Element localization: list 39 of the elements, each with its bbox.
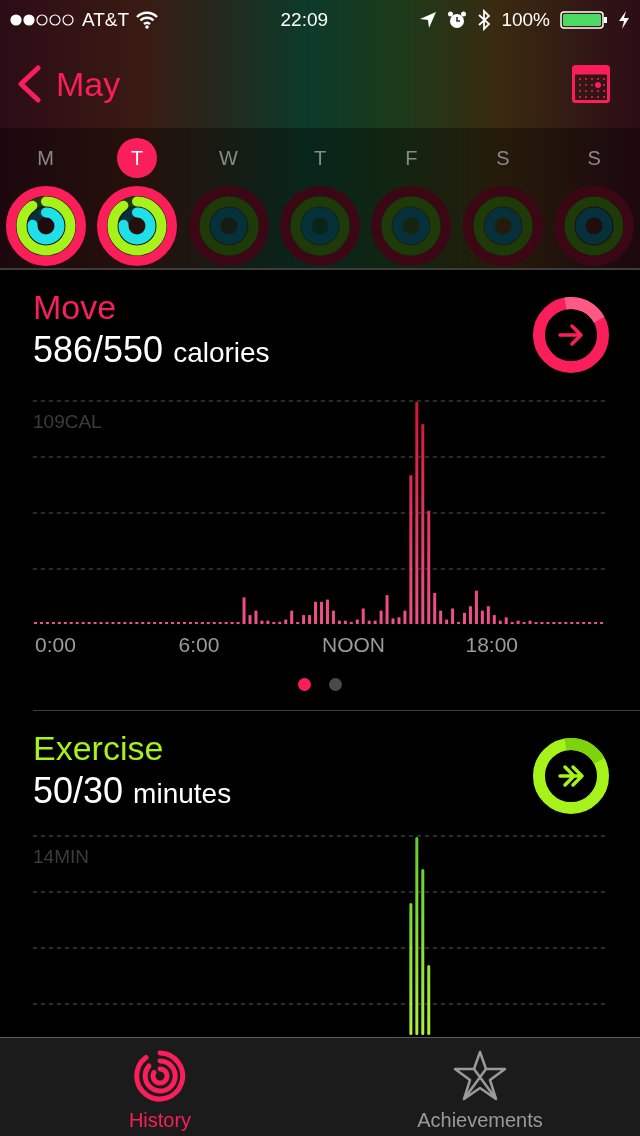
- back-chevron-icon: [16, 65, 42, 103]
- chart-max-label: 14MIN: [33, 847, 89, 866]
- bluetooth-icon: [477, 9, 492, 31]
- axis-label: 6:00: [178, 632, 220, 658]
- section-title: Move: [33, 287, 118, 327]
- tab-item[interactable]: Achievements: [320, 1038, 640, 1136]
- weekday-label[interactable]: S: [574, 138, 615, 178]
- exercise-ring-button[interactable]: [533, 738, 609, 814]
- axis-label: 0:00: [35, 632, 76, 658]
- axis-label: 18:00: [465, 632, 519, 658]
- axis-label: NOON: [322, 632, 385, 658]
- move-ring-button[interactable]: [533, 297, 609, 373]
- back-button[interactable]: May: [16, 58, 121, 110]
- wifi-icon: [135, 11, 160, 29]
- weekday-label[interactable]: W: [208, 138, 249, 178]
- goal-value: 50/30: [33, 769, 124, 813]
- carrier-name: AT&T: [82, 7, 130, 32]
- rings-icon: [134, 1050, 186, 1102]
- goal-unit: minutes: [133, 777, 232, 811]
- bar: [427, 965, 431, 1035]
- chart-max-label: 109CAL: [33, 412, 102, 431]
- signal-icon: [10, 14, 76, 26]
- tab-item[interactable]: History: [0, 1038, 320, 1136]
- charging-icon: [618, 10, 630, 30]
- alarm-icon: [447, 10, 468, 30]
- goal-value: 586/550: [33, 328, 164, 372]
- section-title: Exercise: [33, 728, 165, 768]
- weekday-label[interactable]: T: [117, 138, 158, 178]
- clock-time: 22:09: [280, 7, 329, 32]
- weekday-label[interactable]: T: [300, 138, 340, 178]
- weekday-label[interactable]: S: [482, 138, 523, 178]
- battery-icon: [560, 10, 608, 30]
- weekday-label[interactable]: M: [25, 138, 66, 178]
- weekday-label[interactable]: F: [391, 138, 432, 178]
- calendar-icon[interactable]: [572, 65, 610, 103]
- battery-percentage: 100%: [501, 7, 550, 32]
- location-icon: [419, 11, 438, 29]
- star-icon: [453, 1050, 507, 1102]
- goal-unit: calories: [173, 336, 270, 370]
